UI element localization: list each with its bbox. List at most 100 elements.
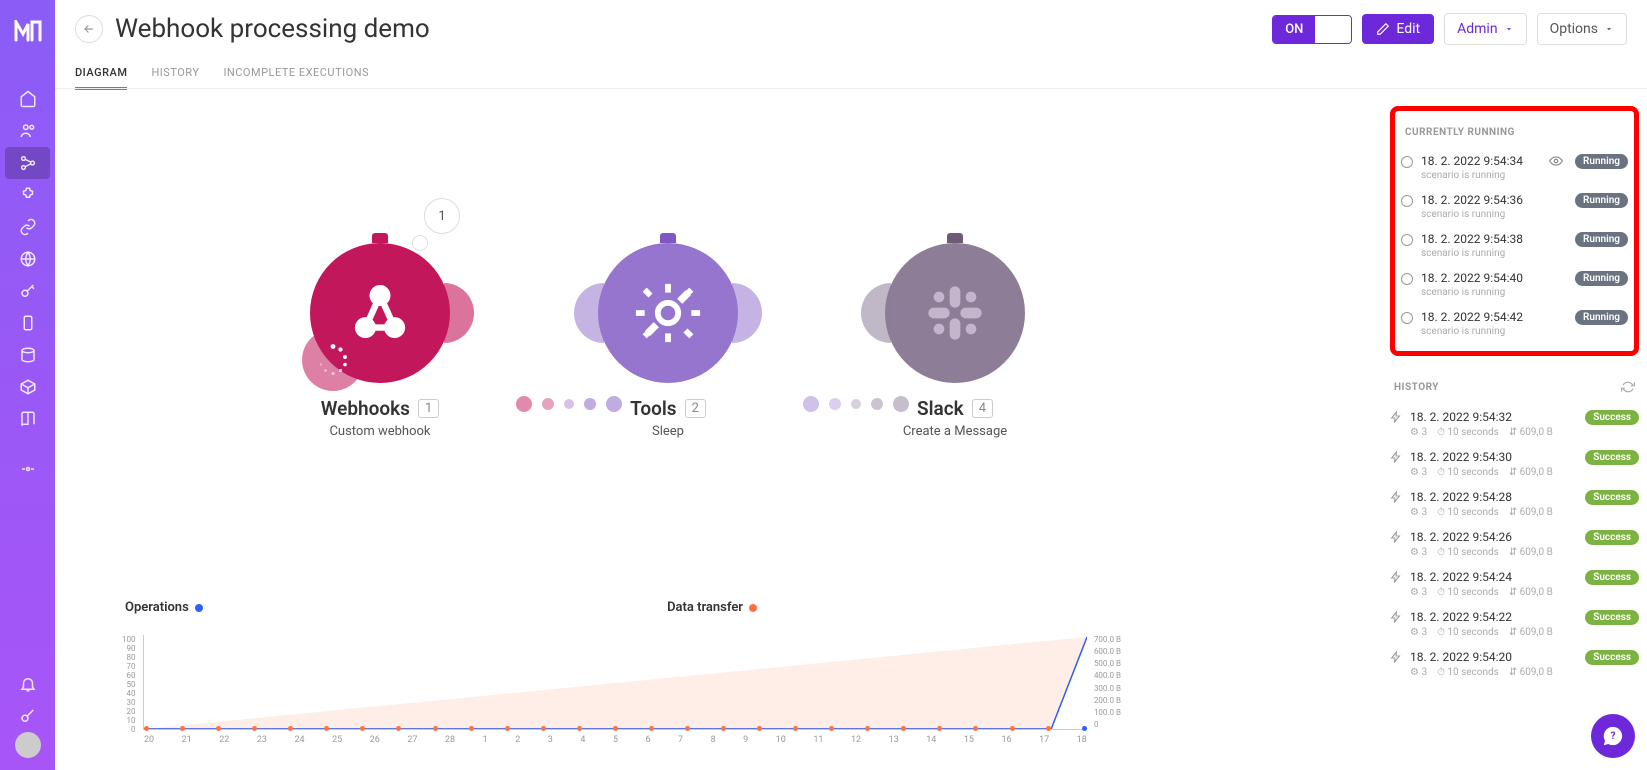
run-status-text: scenario is running — [1421, 170, 1541, 181]
run-time: 18. 2. 2022 9:54:36 — [1421, 193, 1567, 207]
running-spinner-icon — [1401, 234, 1413, 246]
running-item[interactable]: 18. 2. 2022 9:54:38 scenario is running … — [1401, 226, 1628, 265]
sidebar-connections[interactable] — [0, 211, 55, 243]
history-item[interactable]: 18. 2. 2022 9:54:24 ⚙ 3⏱ 10 seconds⇵ 609… — [1390, 564, 1639, 604]
sidebar — [0, 0, 55, 770]
user-avatar[interactable] — [15, 732, 41, 758]
sidebar-admin-key[interactable] — [0, 700, 55, 732]
node-slack[interactable]: Slack4 Create a Message — [885, 243, 1025, 439]
header: Webhook processing demo ON Edit Admin Op… — [55, 0, 1647, 58]
success-badge: Success — [1585, 530, 1639, 545]
sidebar-webhooks[interactable] — [0, 243, 55, 275]
history-meta: ⚙ 3⏱ 10 seconds⇵ 609,0 B — [1410, 587, 1577, 598]
canvas[interactable]: 1 Webhooks1 Custom webhook Tools2 Sleep … — [55, 88, 1382, 770]
bolt-icon — [1390, 611, 1402, 623]
chart-xaxis: 2021222324252627281234567891011121314151… — [144, 735, 1087, 745]
slack-icon — [923, 281, 987, 345]
success-badge: Success — [1585, 650, 1639, 665]
back-button[interactable] — [75, 15, 103, 43]
history-time: 18. 2. 2022 9:54:20 — [1410, 650, 1577, 664]
history-time: 18. 2. 2022 9:54:26 — [1410, 530, 1577, 544]
running-item[interactable]: 18. 2. 2022 9:54:34 scenario is running … — [1401, 148, 1628, 187]
history-item[interactable]: 18. 2. 2022 9:54:32 ⚙ 3⏱ 10 seconds⇵ 609… — [1390, 404, 1639, 444]
running-badge: Running — [1575, 193, 1628, 208]
node-tab-icon — [660, 233, 676, 243]
loading-spinner-icon — [302, 329, 364, 391]
sidebar-notifications[interactable] — [0, 668, 55, 700]
history-time: 18. 2. 2022 9:54:24 — [1410, 570, 1577, 584]
sidebar-scenarios[interactable] — [5, 147, 50, 179]
run-status-text: scenario is running — [1421, 326, 1567, 337]
sidebar-home[interactable] — [0, 83, 55, 115]
history-item[interactable]: 18. 2. 2022 9:54:30 ⚙ 3⏱ 10 seconds⇵ 609… — [1390, 444, 1639, 484]
history-item[interactable]: 18. 2. 2022 9:54:28 ⚙ 3⏱ 10 seconds⇵ 609… — [1390, 484, 1639, 524]
running-item[interactable]: 18. 2. 2022 9:54:40 scenario is running … — [1401, 265, 1628, 304]
run-time: 18. 2. 2022 9:54:34 — [1421, 154, 1541, 168]
node-webhooks[interactable]: 1 Webhooks1 Custom webhook — [310, 243, 450, 439]
brand-logo[interactable] — [0, 8, 55, 53]
running-badge: Running — [1575, 310, 1628, 325]
history-item[interactable]: 18. 2. 2022 9:54:20 ⚙ 3⏱ 10 seconds⇵ 609… — [1390, 644, 1639, 684]
currently-running-heading: CURRENTLY RUNNING — [1401, 119, 1628, 148]
history-meta: ⚙ 3⏱ 10 seconds⇵ 609,0 B — [1410, 427, 1577, 438]
success-badge: Success — [1585, 490, 1639, 505]
refresh-icon[interactable] — [1621, 380, 1635, 394]
node-webhooks-title: Webhooks — [321, 397, 410, 420]
page-title: Webhook processing demo — [115, 14, 430, 44]
tools-icon — [633, 278, 703, 348]
bolt-icon — [1390, 411, 1402, 423]
run-status-text: scenario is running — [1421, 209, 1567, 220]
running-spinner-icon — [1401, 312, 1413, 324]
chat-fab[interactable]: ? — [1591, 714, 1635, 758]
history-time: 18. 2. 2022 9:54:30 — [1410, 450, 1577, 464]
scenario-toggle[interactable]: ON — [1272, 15, 1352, 44]
history-heading: HISTORY — [1390, 372, 1639, 404]
tab-diagram[interactable]: DIAGRAM — [75, 58, 127, 90]
eye-icon[interactable] — [1549, 154, 1563, 168]
toggle-on-label: ON — [1273, 16, 1315, 43]
history-item[interactable]: 18. 2. 2022 9:54:26 ⚙ 3⏱ 10 seconds⇵ 609… — [1390, 524, 1639, 564]
admin-label: Admin — [1457, 21, 1497, 37]
chart-lines — [144, 635, 1087, 729]
sidebar-templates[interactable] — [0, 179, 55, 211]
bubble-count[interactable]: 1 — [424, 198, 460, 234]
sidebar-datastores[interactable] — [0, 339, 55, 371]
running-item[interactable]: 18. 2. 2022 9:54:36 scenario is running … — [1401, 187, 1628, 226]
sidebar-more[interactable] — [0, 453, 55, 485]
running-spinner-icon — [1401, 195, 1413, 207]
running-badge: Running — [1575, 271, 1628, 286]
node-tools[interactable]: Tools2 Sleep — [598, 243, 738, 439]
tab-incomplete[interactable]: INCOMPLETE EXECUTIONS — [223, 58, 369, 90]
run-status-text: scenario is running — [1421, 287, 1567, 298]
sidebar-datastructures[interactable] — [0, 371, 55, 403]
currently-running-box: CURRENTLY RUNNING 18. 2. 2022 9:54:34 sc… — [1390, 106, 1639, 356]
admin-dropdown[interactable]: Admin — [1444, 13, 1526, 45]
run-time: 18. 2. 2022 9:54:40 — [1421, 271, 1567, 285]
chart-yaxis-right: 700.0 B600.0 B500.0 B400.0 B300.0 B200.0… — [1094, 635, 1121, 729]
bolt-icon — [1390, 571, 1402, 583]
history-meta: ⚙ 3⏱ 10 seconds⇵ 609,0 B — [1410, 667, 1577, 678]
chart-yaxis-left: 1009080706050403020100 — [122, 635, 136, 729]
running-spinner-icon — [1401, 273, 1413, 285]
bolt-icon — [1390, 451, 1402, 463]
usage-chart: 1009080706050403020100 700.0 B600.0 B500… — [143, 635, 1087, 730]
webhook-icon — [345, 278, 415, 348]
history-item[interactable]: 18. 2. 2022 9:54:22 ⚙ 3⏱ 10 seconds⇵ 609… — [1390, 604, 1639, 644]
bolt-icon — [1390, 491, 1402, 503]
node-slack-title: Slack — [917, 397, 964, 420]
right-panel: CURRENTLY RUNNING 18. 2. 2022 9:54:34 sc… — [1382, 88, 1647, 770]
node-webhooks-badge: 1 — [418, 399, 439, 418]
node-slack-subtitle: Create a Message — [885, 424, 1025, 439]
options-dropdown[interactable]: Options — [1537, 13, 1627, 45]
tab-history[interactable]: HISTORY — [151, 58, 199, 90]
run-time: 18. 2. 2022 9:54:42 — [1421, 310, 1567, 324]
sidebar-docs[interactable] — [0, 403, 55, 435]
edit-button[interactable]: Edit — [1362, 14, 1434, 44]
legend-datatransfer: Data transfer — [667, 600, 743, 615]
svg-text:?: ? — [1610, 731, 1615, 742]
running-item[interactable]: 18. 2. 2022 9:54:42 scenario is running … — [1401, 304, 1628, 343]
history-meta: ⚙ 3⏱ 10 seconds⇵ 609,0 B — [1410, 627, 1577, 638]
sidebar-devices[interactable] — [0, 307, 55, 339]
sidebar-team[interactable] — [0, 115, 55, 147]
sidebar-keys[interactable] — [0, 275, 55, 307]
